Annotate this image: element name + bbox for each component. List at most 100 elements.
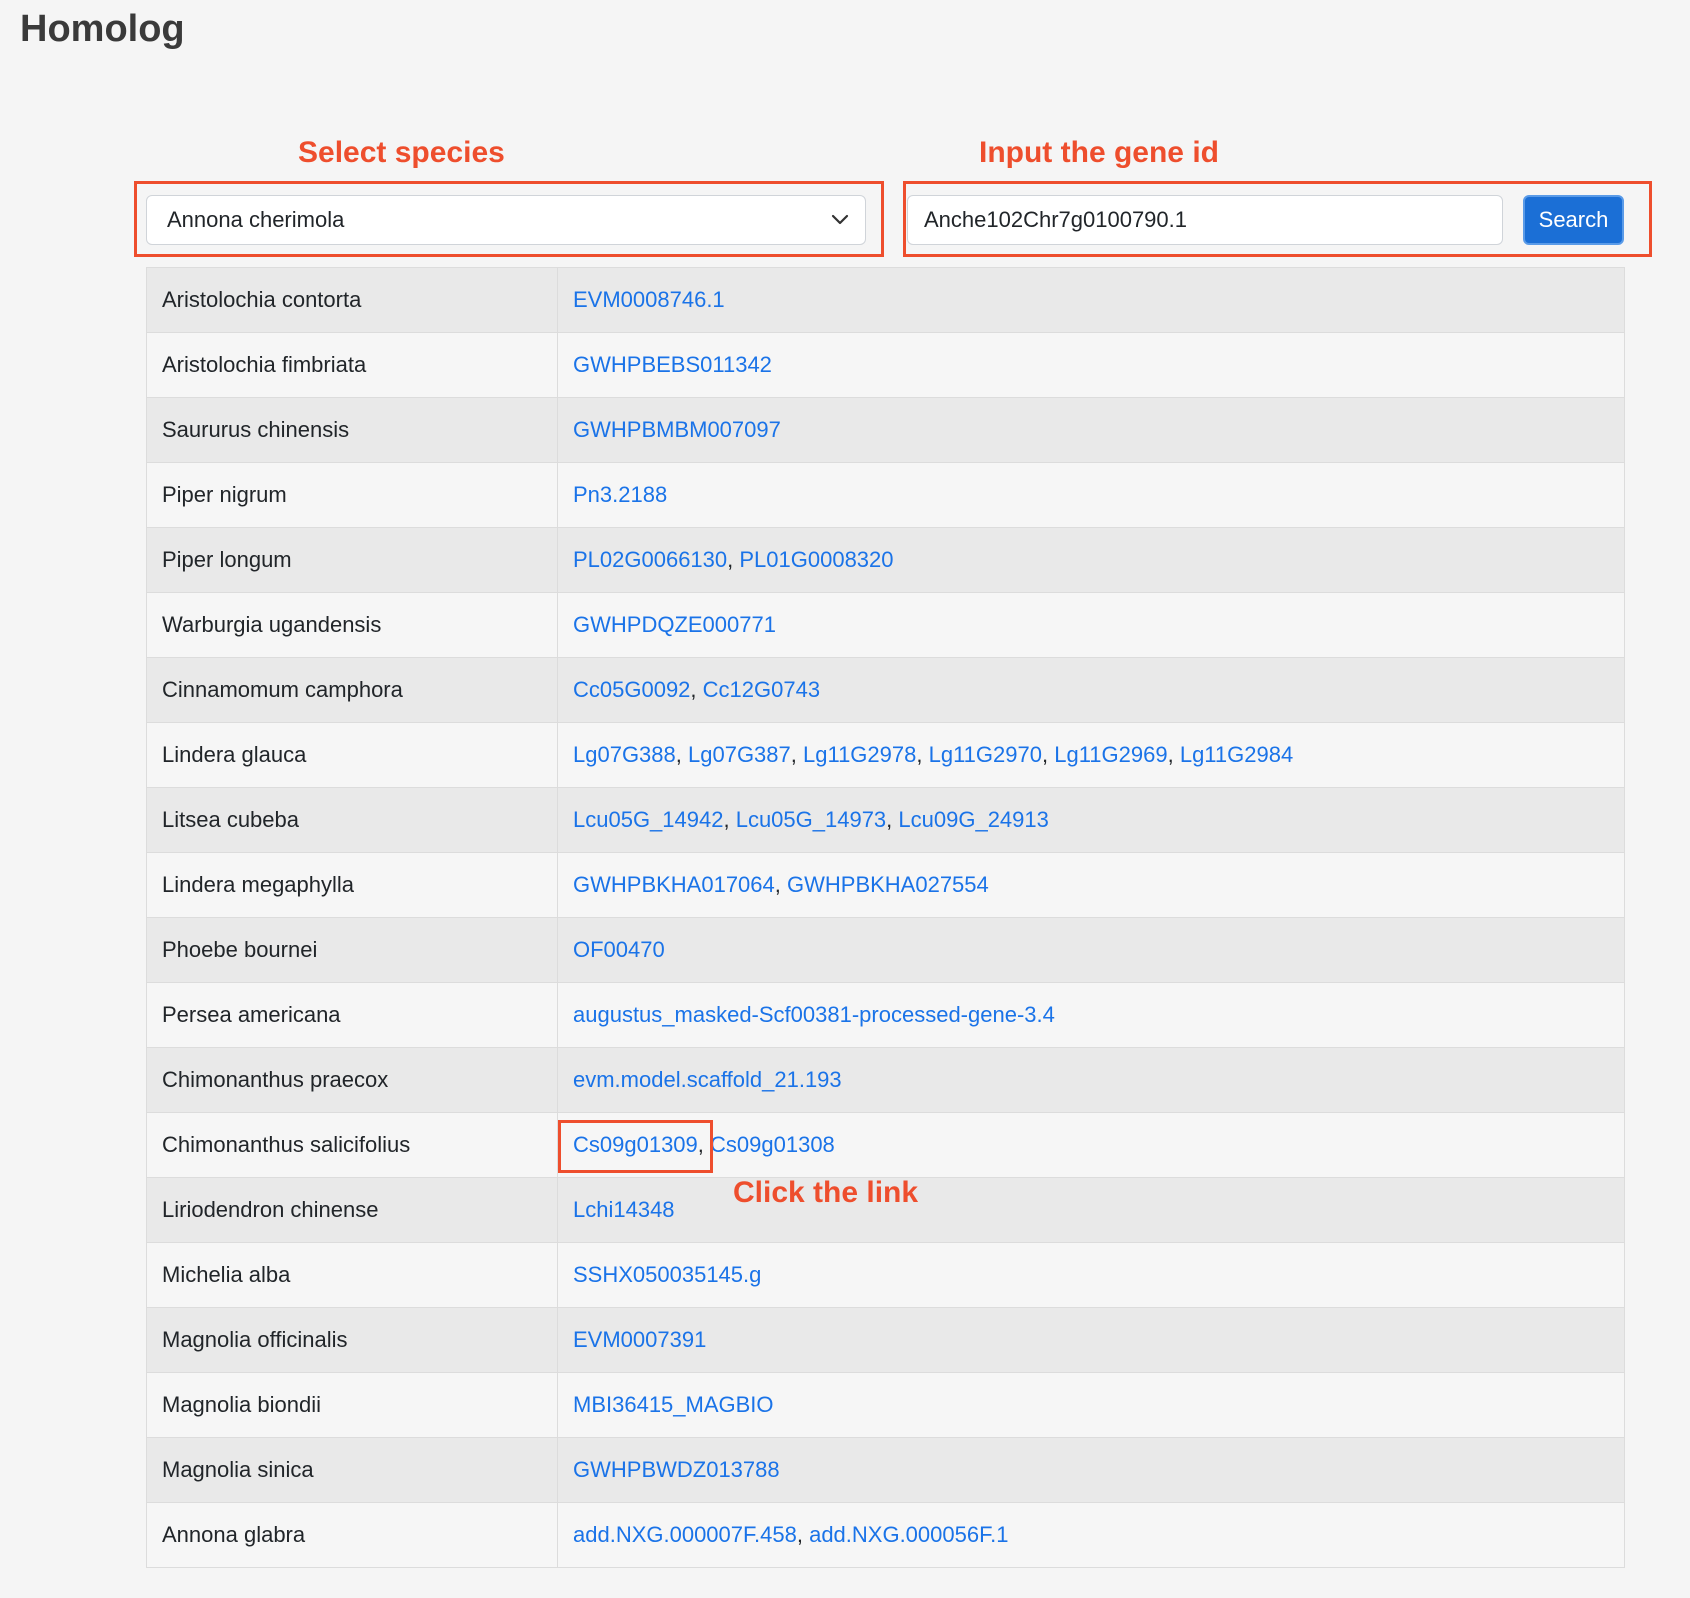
gene-link[interactable]: PL01G0008320 — [739, 547, 893, 572]
gene-separator: , — [690, 677, 703, 702]
gene-link[interactable]: Lg11G2969 — [1054, 742, 1167, 767]
species-cell: Phoebe bournei — [146, 917, 558, 983]
gene-separator: , — [790, 742, 803, 767]
gene-link[interactable]: GWHPBEBS011342 — [573, 352, 772, 377]
gene-separator: , — [796, 1522, 810, 1547]
table-row: Annona glabra add.NXG.000007F.458, add.NX… — [146, 1502, 1625, 1568]
gene-link[interactable]: Cs09g01308 — [710, 1132, 835, 1157]
species-cell: Cinnamomum camphora — [146, 657, 558, 723]
species-cell: Aristolochia contorta — [146, 267, 558, 333]
species-select[interactable]: Annona cherimola — [146, 195, 866, 245]
annotation-box-link — [558, 1120, 713, 1173]
species-cell: Litsea cubeba — [146, 787, 558, 853]
gene-link[interactable]: GWHPBWDZ013788 — [573, 1457, 780, 1482]
gene-link[interactable]: Cc12G0743 — [703, 677, 820, 702]
genes-cell: Lcu05G_14942, Lcu05G_14973, Lcu09G_24913 — [557, 787, 1625, 853]
gene-link[interactable]: Lg07G387 — [688, 742, 791, 767]
gene-link[interactable]: add.NXG.000007F.458 — [573, 1522, 797, 1547]
gene-link[interactable]: Lcu09G_24913 — [898, 807, 1048, 832]
genes-cell: GWHPBMBM007097 — [557, 397, 1625, 463]
genes-cell: add.NXG.000007F.458, add.NXG.000056F.1 — [557, 1502, 1625, 1568]
chevron-down-icon — [831, 214, 849, 225]
species-cell: Piper longum — [146, 527, 558, 593]
table-row: Magnolia sinica GWHPBWDZ013788 — [146, 1437, 1625, 1503]
table-row: Magnolia officinalis EVM0007391 — [146, 1307, 1625, 1373]
gene-link[interactable]: Lg11G2978 — [803, 742, 916, 767]
genes-cell: SSHX050035145.g — [557, 1242, 1625, 1308]
species-cell: Annona glabra — [146, 1502, 558, 1568]
table-row: Aristolochia contorta EVM0008746.1 — [146, 267, 1625, 333]
genes-cell: EVM0008746.1 — [557, 267, 1625, 333]
page-title: Homolog — [20, 8, 185, 50]
gene-link[interactable]: Lg11G2984 — [1180, 742, 1293, 767]
species-cell: Michelia alba — [146, 1242, 558, 1308]
gene-link[interactable]: GWHPBKHA017064 — [573, 872, 775, 897]
species-cell: Aristolochia fimbriata — [146, 332, 558, 398]
genes-cell: EVM0007391 — [557, 1307, 1625, 1373]
genes-cell: Cc05G0092, Cc12G0743 — [557, 657, 1625, 723]
gene-link[interactable]: Lg07G388 — [573, 742, 676, 767]
genes-cell: Lg07G388, Lg07G387, Lg11G2978, Lg11G2970… — [557, 722, 1625, 788]
genes-cell: GWHPBWDZ013788 — [557, 1437, 1625, 1503]
table-row: Piper longum PL02G0066130, PL01G0008320 — [146, 527, 1625, 593]
table-row: Magnolia biondii MBI36415_MAGBIO — [146, 1372, 1625, 1438]
gene-separator: , — [774, 872, 787, 897]
gene-link[interactable]: augustus_masked-Scf00381-processed-gene-… — [573, 1002, 1055, 1027]
species-cell: Liriodendron chinense — [146, 1177, 558, 1243]
species-cell: Magnolia sinica — [146, 1437, 558, 1503]
species-cell: Persea americana — [146, 982, 558, 1048]
species-cell: Lindera glauca — [146, 722, 558, 788]
gene-separator: , — [916, 742, 929, 767]
table-row: Persea americana augustus_masked-Scf00381… — [146, 982, 1625, 1048]
gene-separator: , — [727, 547, 740, 572]
gene-separator: , — [1167, 742, 1180, 767]
annotation-input-gene: Input the gene id — [979, 136, 1219, 169]
table-row: Chimonanthus praecox evm.model.scaffold_2… — [146, 1047, 1625, 1113]
table-row: Cinnamomum camphora Cc05G0092, Cc12G0743 — [146, 657, 1625, 723]
genes-cell: Cs09g01309, Cs09g01308 — [557, 1112, 1625, 1178]
gene-link[interactable]: EVM0008746.1 — [573, 287, 725, 312]
genes-cell: GWHPBEBS011342 — [557, 332, 1625, 398]
gene-link[interactable]: GWHPDQZE000771 — [573, 612, 776, 637]
genes-cell: evm.model.scaffold_21.193 — [557, 1047, 1625, 1113]
gene-link[interactable]: Pn3.2188 — [573, 482, 667, 507]
gene-link[interactable]: PL02G0066130 — [573, 547, 727, 572]
genes-cell: augustus_masked-Scf00381-processed-gene-… — [557, 982, 1625, 1048]
genes-cell: Lchi14348 — [557, 1177, 1625, 1243]
gene-link[interactable]: GWHPBKHA027554 — [787, 872, 989, 897]
genes-cell: Pn3.2188 — [557, 462, 1625, 528]
table-row: Aristolochia fimbriata GWHPBEBS011342 — [146, 332, 1625, 398]
gene-link[interactable]: evm.model.scaffold_21.193 — [573, 1067, 842, 1092]
table-row: Chimonanthus salicifolius Cs09g01309, Cs0… — [146, 1112, 1625, 1178]
table-row: Piper nigrum Pn3.2188 — [146, 462, 1625, 528]
gene-separator: , — [723, 807, 736, 832]
gene-link[interactable]: Lcu05G_14973 — [736, 807, 886, 832]
gene-link[interactable]: MBI36415_MAGBIO — [573, 1392, 774, 1417]
gene-link[interactable]: SSHX050035145.g — [573, 1262, 761, 1287]
species-cell: Warburgia ugandensis — [146, 592, 558, 658]
gene-link[interactable]: add.NXG.000056F.1 — [809, 1522, 1008, 1547]
gene-id-input-value: Anche102Chr7g0100790.1 — [924, 207, 1188, 232]
gene-link[interactable]: Lcu05G_14942 — [573, 807, 723, 832]
gene-id-input[interactable]: Anche102Chr7g0100790.1 — [907, 195, 1503, 245]
species-select-value: Annona cherimola — [167, 207, 345, 232]
annotation-click-link: Click the link — [733, 1176, 919, 1209]
search-button[interactable]: Search — [1523, 195, 1624, 245]
table-row: Warburgia ugandensis GWHPDQZE000771 — [146, 592, 1625, 658]
genes-cell: PL02G0066130, PL01G0008320 — [557, 527, 1625, 593]
genes-cell: GWHPBKHA017064, GWHPBKHA027554 — [557, 852, 1625, 918]
table-row: Saururus chinensis GWHPBMBM007097 — [146, 397, 1625, 463]
species-cell: Magnolia biondii — [146, 1372, 558, 1438]
homolog-table: Aristolochia contorta EVM0008746.1 Aristol… — [146, 267, 1625, 1568]
annotation-select-species: Select species — [298, 136, 505, 169]
gene-link[interactable]: OF00470 — [573, 937, 665, 962]
gene-link[interactable]: Lchi14348 — [573, 1197, 675, 1222]
genes-cell: OF00470 — [557, 917, 1625, 983]
species-cell: Chimonanthus praecox — [146, 1047, 558, 1113]
table-row: Phoebe bournei OF00470 — [146, 917, 1625, 983]
gene-link[interactable]: EVM0007391 — [573, 1327, 706, 1352]
gene-separator: , — [886, 807, 899, 832]
gene-link[interactable]: Lg11G2970 — [929, 742, 1042, 767]
gene-link[interactable]: GWHPBMBM007097 — [573, 417, 781, 442]
gene-link[interactable]: Cc05G0092 — [573, 677, 690, 702]
